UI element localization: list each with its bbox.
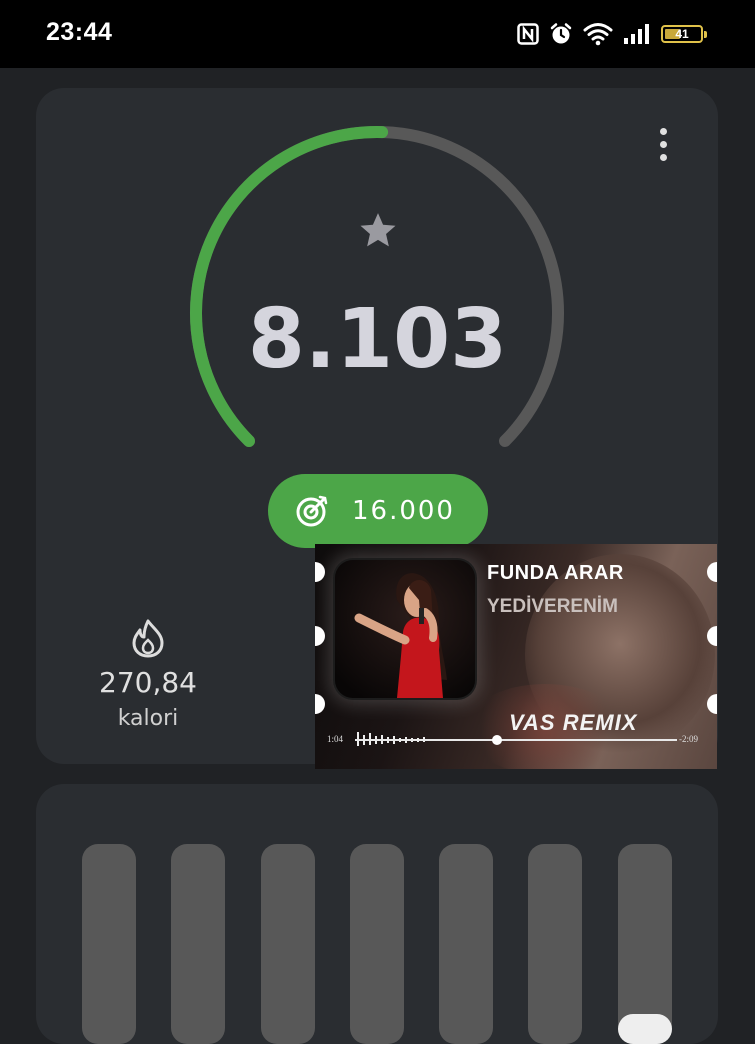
step-count: 8.103 [247,292,508,387]
day-bar[interactable] [350,844,404,1044]
time-elapsed: 1:04 [327,734,344,744]
day-bar-fill [618,1014,672,1044]
album-art [335,560,475,698]
seek-bar[interactable] [355,735,677,745]
day-bar[interactable] [618,844,672,1044]
calories-label: kalori [117,706,179,731]
calories-value: 270,84 [99,666,197,699]
media-overlay[interactable]: FUNDA ARAR YEDİVERENİM VAS REMIX 1:04 -2… [315,544,717,769]
day-bar[interactable] [439,844,493,1044]
flame-icon [132,619,164,658]
song-title: YEDİVERENİM [487,596,618,617]
target-icon [296,495,328,527]
goal-button[interactable]: 16.000 [268,474,488,548]
day-bar[interactable] [261,844,315,1044]
day-bar[interactable] [528,844,582,1044]
day-bar[interactable] [171,844,225,1044]
seek-handle[interactable] [491,735,502,745]
day-bar[interactable] [82,844,136,1044]
time-remaining: -2:09 [679,734,698,744]
artist-name: FUNDA ARAR [487,562,624,584]
remix-tag: VAS REMIX [509,710,638,735]
star-icon [360,213,396,247]
gauge-fill [190,126,389,447]
goal-value: 16.000 [352,496,455,526]
